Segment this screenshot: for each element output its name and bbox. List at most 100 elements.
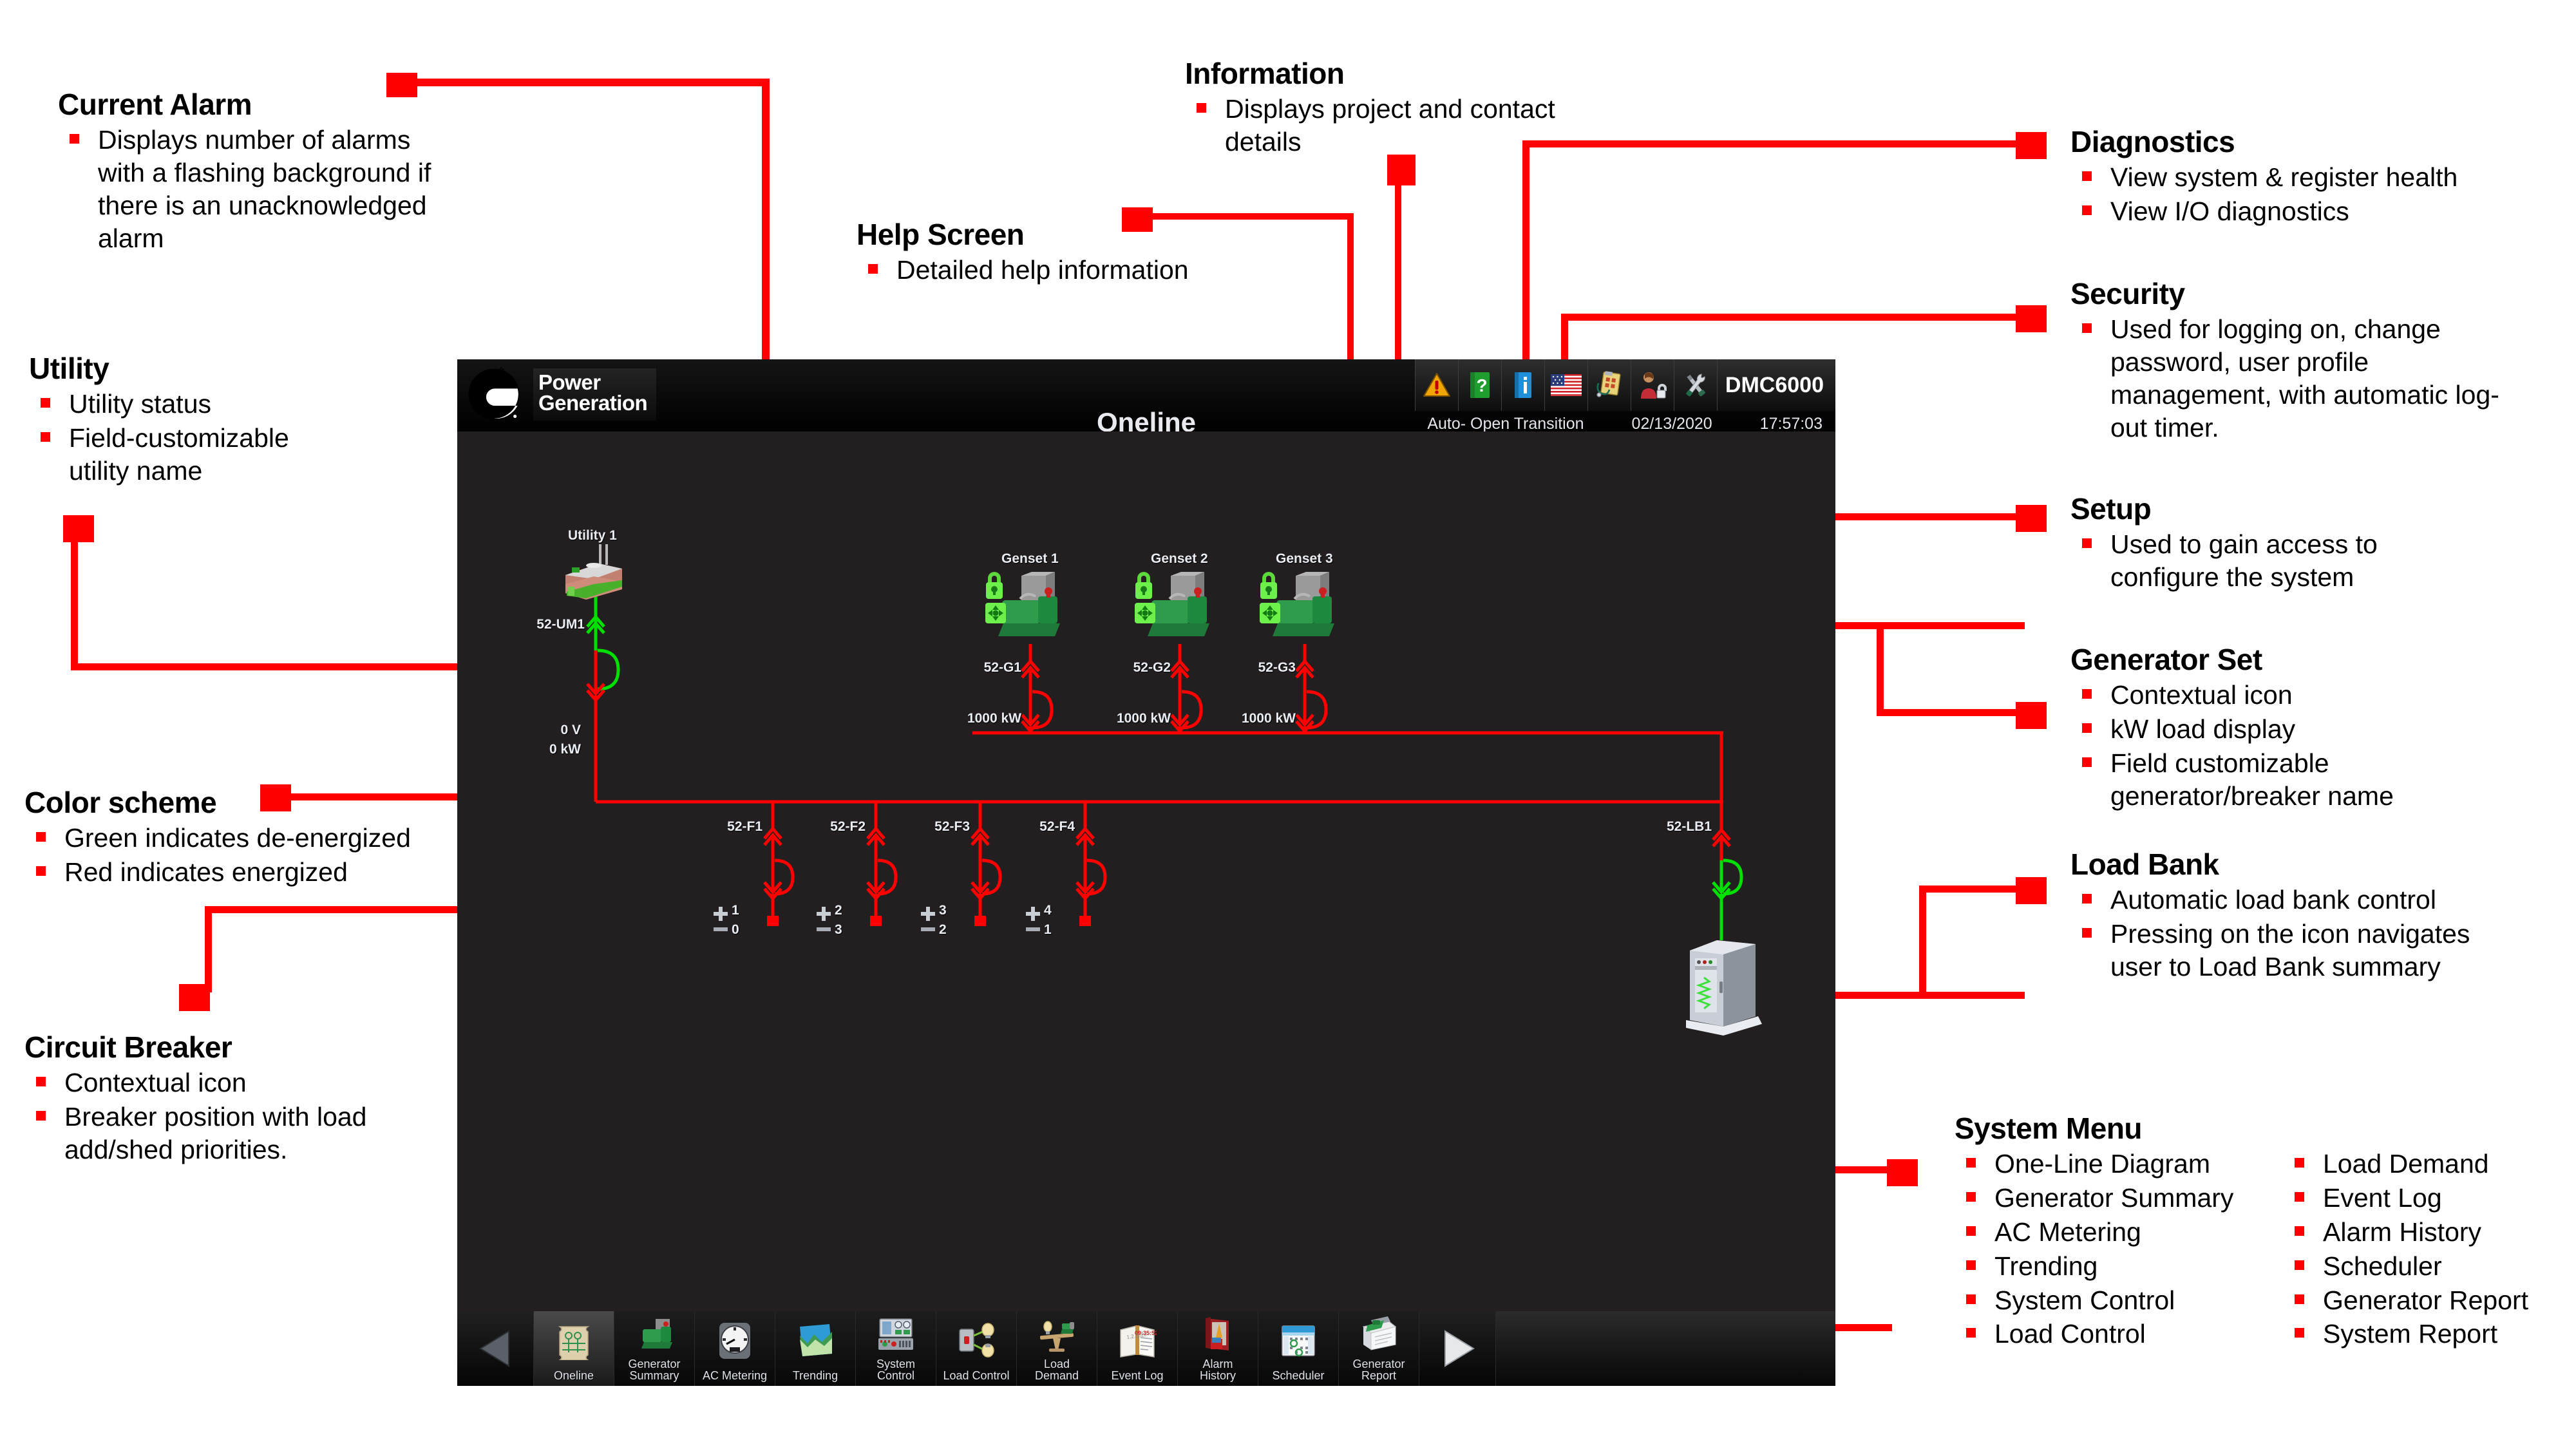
callout-title: Load Bank <box>2070 848 2219 881</box>
genset-3-kw-label: 1000 kW <box>1241 711 1296 726</box>
loadbank-breaker-label[interactable]: 52-LB1 <box>1624 819 1712 835</box>
bullet: Red indicates energized <box>24 856 488 889</box>
trending-icon <box>775 1311 855 1370</box>
bullet: Contextual icon <box>24 1066 475 1099</box>
connector-box-utility <box>63 515 94 542</box>
feeder-4-breaker-label[interactable]: 52-F4 <box>996 819 1075 835</box>
callout-title: Utility <box>29 352 109 385</box>
callout-diagnostics: Diagnostics View system & register healt… <box>2070 126 2560 229</box>
callout-title: Diagnostics <box>2070 125 2235 158</box>
connector-line-cb-v <box>205 906 212 992</box>
nav-label: Oneline <box>553 1369 594 1383</box>
loadbank-branch <box>1712 802 1743 940</box>
security-icon[interactable] <box>1630 359 1674 411</box>
callout-title: System Menu <box>1955 1112 2143 1145</box>
connector-line-utility-v <box>71 541 78 670</box>
help-icon[interactable]: ? <box>1457 359 1501 411</box>
language-flag-icon[interactable] <box>1544 359 1587 411</box>
bullet: Field customizable generator/breaker nam… <box>2070 747 2484 813</box>
nav-label: Alarm History <box>1199 1357 1236 1383</box>
oneline-icon <box>534 1311 614 1370</box>
utility-power-label: 0 kW <box>549 742 581 757</box>
genset-branch-3 <box>1295 644 1328 734</box>
genset-icon-3 <box>1260 572 1334 636</box>
callout-title: Help Screen <box>857 218 1025 251</box>
genset-lock-icon <box>1260 572 1277 599</box>
genset-1-name-label[interactable]: Genset 1 <box>1001 551 1059 567</box>
utility-name-label[interactable]: Utility 1 <box>568 528 617 544</box>
setup-icon[interactable] <box>1673 359 1717 411</box>
genset-branch-2 <box>1170 644 1203 734</box>
nav-item-system-control[interactable]: System Control <box>856 1311 936 1386</box>
nav-item-event-log[interactable]: 09:35:52 1.2.2020 Event Log <box>1097 1311 1178 1386</box>
bullet: Displays project and contact details <box>1185 93 1611 158</box>
generator-report-icon <box>1339 1311 1419 1358</box>
nav-item-scheduler[interactable]: Scheduler <box>1258 1311 1339 1386</box>
utility-branch <box>586 596 620 802</box>
diagnostics-icon[interactable] <box>1587 359 1631 411</box>
system-menu-item: Generator Summary <box>1955 1182 2270 1215</box>
current-alarm-icon[interactable] <box>1414 359 1458 411</box>
nav-prev-button[interactable] <box>457 1311 534 1386</box>
feeder-1-breaker-label[interactable]: 52-F1 <box>684 819 762 835</box>
genset-1-kw-label: 1000 kW <box>967 711 1021 726</box>
one-line-diagram-canvas: Utility 1 52-UM1 0 V 0 kW Genset 1 Gense… <box>457 431 1835 1311</box>
load-demand-icon <box>1017 1311 1097 1358</box>
genset-1-breaker-label[interactable]: 52-G1 <box>942 660 1021 676</box>
callout-title: Current Alarm <box>58 88 252 121</box>
nav-item-generator-report[interactable]: Generator Report <box>1339 1311 1419 1386</box>
system-menu-item: AC Metering <box>1955 1216 2270 1249</box>
system-control-icon <box>856 1311 936 1358</box>
callout-bullets: Contextual icon kW load display Field cu… <box>2070 679 2547 812</box>
nav-label: Event Log <box>1111 1369 1164 1383</box>
nav-next-button[interactable] <box>1419 1311 1496 1386</box>
connector-line-loadbank-h2 <box>1919 886 2025 893</box>
callout-color-scheme: Color scheme Green indicates de-energize… <box>24 787 488 890</box>
nav-item-load-control[interactable]: Load Control <box>936 1311 1017 1386</box>
panel-title-bar: Cummins Power Generation ? DMC6000 Oneli… <box>457 359 1835 437</box>
genset-3-name-label[interactable]: Genset 3 <box>1276 551 1333 567</box>
system-menu-item: Load Control <box>1955 1318 2270 1350</box>
genset-branch-1 <box>1021 644 1054 734</box>
feeder-2-breaker-label[interactable]: 52-F2 <box>787 819 866 835</box>
genset-icon-2 <box>1135 572 1209 636</box>
connector-line-current-alarm-h <box>412 79 770 86</box>
connector-line-loadbank-v <box>1919 886 1926 999</box>
genset-2-name-label[interactable]: Genset 2 <box>1151 551 1208 567</box>
callout-system-menu: System Menu One-Line Diagram Generator S… <box>1955 1113 2573 1352</box>
genset-auto-icon <box>985 603 1006 623</box>
nav-item-alarm-history[interactable]: Alarm History <box>1178 1311 1258 1386</box>
connector-line-genset-h2 <box>1877 709 2025 716</box>
nav-item-oneline[interactable]: Oneline <box>534 1311 614 1386</box>
callout-bullets: Utility status Field-customizable utilit… <box>29 388 428 487</box>
genset-lock-icon <box>986 572 1003 599</box>
callout-circuit-breaker: Circuit Breaker Contextual icon Breaker … <box>24 1032 475 1168</box>
feeder-branch-4 <box>1075 802 1107 926</box>
bullet: Displays number of alarms with a flashin… <box>58 124 459 254</box>
feeder-3-breaker-label[interactable]: 52-F3 <box>891 819 970 835</box>
nav-item-generator-summary[interactable]: Generator Summary <box>614 1311 695 1386</box>
alarm-history-icon <box>1178 1311 1258 1358</box>
system-menu-item: Generator Report <box>2283 1284 2566 1317</box>
callout-bullets: Automatic load bank control Pressing on … <box>2070 884 2560 983</box>
information-icon[interactable] <box>1501 359 1544 411</box>
callout-load-bank: Load Bank Automatic load bank control Pr… <box>2070 849 2560 985</box>
callout-bullets: Contextual icon Breaker position with lo… <box>24 1066 475 1166</box>
system-menu-item: System Report <box>2283 1318 2566 1350</box>
callout-security: Security Used for logging on, change pas… <box>2070 278 2547 446</box>
nav-item-trending[interactable]: Trending <box>775 1311 856 1386</box>
genset-icon-1 <box>985 572 1060 636</box>
system-menu-item: Trending <box>1955 1250 2270 1283</box>
callout-setup: Setup Used to gain access to configure t… <box>2070 493 2547 595</box>
nav-item-load-demand[interactable]: Load Demand <box>1017 1311 1097 1386</box>
feeder-3-shed-priority: 2 <box>939 922 947 937</box>
one-line-schematic <box>565 544 1762 1036</box>
callout-bullets: Used for logging on, change password, us… <box>2070 313 2547 444</box>
genset-2-breaker-label[interactable]: 52-G2 <box>1091 660 1171 676</box>
system-menu-column-2: Load Demand Event Log Alarm History Sche… <box>2283 1148 2566 1352</box>
connector-line-genset-v <box>1877 622 1884 710</box>
utility-breaker-label[interactable]: 52-UM1 <box>505 617 585 632</box>
callout-title: Color scheme <box>24 786 217 819</box>
genset-3-breaker-label[interactable]: 52-G3 <box>1216 660 1296 676</box>
nav-item-ac-metering[interactable]: AC Metering <box>695 1311 775 1386</box>
